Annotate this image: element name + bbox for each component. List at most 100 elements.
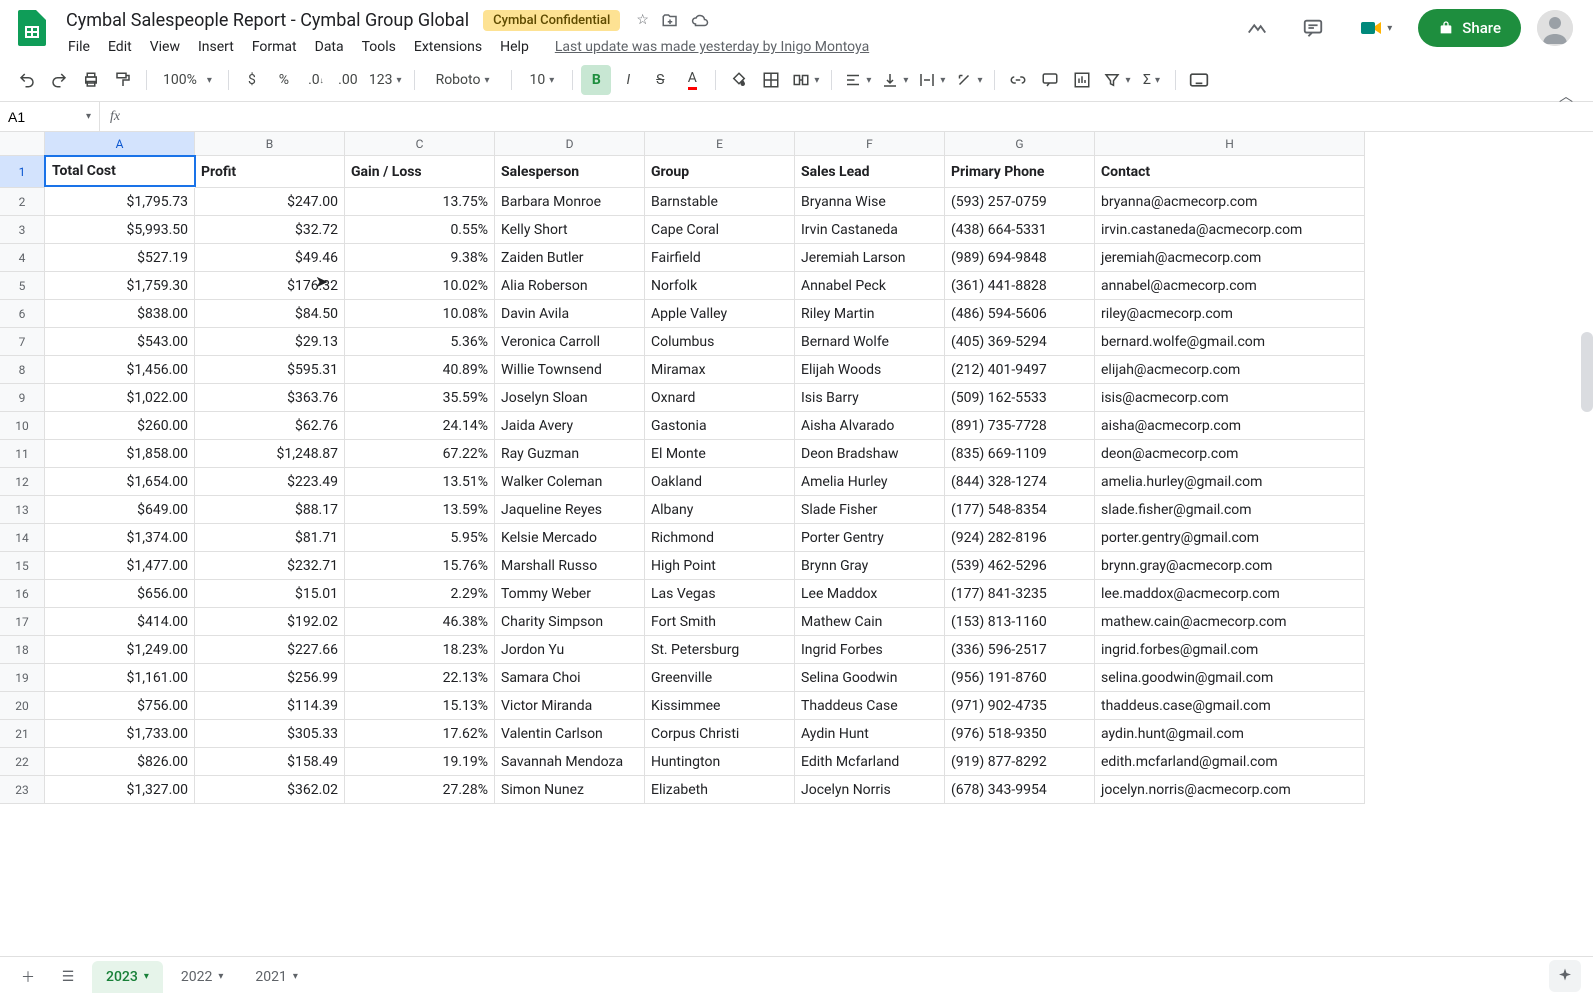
cell[interactable]: Lee Maddox — [795, 580, 945, 608]
cell[interactable]: High Point — [645, 552, 795, 580]
cell[interactable]: 17.62% — [345, 720, 495, 748]
cell[interactable]: 24.14% — [345, 412, 495, 440]
share-button[interactable]: Share — [1418, 9, 1521, 47]
cell[interactable]: $1,248.87 — [195, 440, 345, 468]
row-header-9[interactable]: 9 — [0, 384, 45, 412]
cell[interactable]: $247.00 — [195, 188, 345, 216]
cell[interactable]: (844) 328-1274 — [945, 468, 1095, 496]
cell[interactable]: 13.75% — [345, 188, 495, 216]
menu-edit[interactable]: Edit — [100, 35, 140, 59]
cell[interactable]: Simon Nunez — [495, 776, 645, 804]
cell[interactable]: Jaqueline Reyes — [495, 496, 645, 524]
cell[interactable]: $1,477.00 — [45, 552, 195, 580]
cell[interactable]: Marshall Russo — [495, 552, 645, 580]
cell[interactable]: Willie Townsend — [495, 356, 645, 384]
cell[interactable]: Mathew Cain — [795, 608, 945, 636]
cell[interactable]: $1,733.00 — [45, 720, 195, 748]
cell[interactable]: lee.maddox@acmecorp.com — [1095, 580, 1365, 608]
header-cell[interactable]: Sales Lead — [795, 156, 945, 188]
merge-button[interactable] — [788, 65, 823, 95]
cell[interactable]: Las Vegas — [645, 580, 795, 608]
cell[interactable]: (212) 401-9497 — [945, 356, 1095, 384]
cell[interactable]: 0.55% — [345, 216, 495, 244]
increase-decimal-icon[interactable]: .00 — [333, 65, 363, 95]
cell[interactable]: (919) 877-8292 — [945, 748, 1095, 776]
cell[interactable]: Joselyn Sloan — [495, 384, 645, 412]
cell[interactable]: 27.28% — [345, 776, 495, 804]
row-header-14[interactable]: 14 — [0, 524, 45, 552]
col-header-D[interactable]: D — [495, 132, 645, 156]
cell[interactable]: 13.59% — [345, 496, 495, 524]
cell[interactable]: 15.13% — [345, 692, 495, 720]
cell[interactable]: (539) 462-5296 — [945, 552, 1095, 580]
cell[interactable]: Fort Smith — [645, 608, 795, 636]
cell[interactable]: (153) 813-1160 — [945, 608, 1095, 636]
cell[interactable]: $1,759.30 — [45, 272, 195, 300]
cell[interactable]: El Monte — [645, 440, 795, 468]
cell[interactable]: $49.46 — [195, 244, 345, 272]
row-header-10[interactable]: 10 — [0, 412, 45, 440]
halign-button[interactable] — [840, 65, 875, 95]
cell[interactable]: Kissimmee — [645, 692, 795, 720]
cell[interactable]: jocelyn.norris@acmecorp.com — [1095, 776, 1365, 804]
cell[interactable]: 15.76% — [345, 552, 495, 580]
sheet-tab-2023[interactable]: 2023▾ — [92, 961, 163, 993]
cell[interactable]: aydin.hunt@gmail.com — [1095, 720, 1365, 748]
bold-button[interactable]: B — [581, 65, 611, 95]
cell[interactable]: Jeremiah Larson — [795, 244, 945, 272]
row-header-2[interactable]: 2 — [0, 188, 45, 216]
menu-file[interactable]: File — [60, 35, 98, 59]
cell[interactable]: Savannah Mendoza — [495, 748, 645, 776]
cell[interactable]: Cape Coral — [645, 216, 795, 244]
cell[interactable]: (989) 694-9848 — [945, 244, 1095, 272]
cell[interactable]: thaddeus.case@gmail.com — [1095, 692, 1365, 720]
row-header-8[interactable]: 8 — [0, 356, 45, 384]
cell[interactable]: $363.76 — [195, 384, 345, 412]
cell[interactable]: Jocelyn Norris — [795, 776, 945, 804]
cell[interactable]: $362.02 — [195, 776, 345, 804]
row-header-18[interactable]: 18 — [0, 636, 45, 664]
cloud-icon[interactable] — [691, 12, 709, 30]
row-header-19[interactable]: 19 — [0, 664, 45, 692]
currency-icon[interactable]: $ — [237, 65, 267, 95]
cell[interactable]: Gastonia — [645, 412, 795, 440]
cell[interactable]: elijah@acmecorp.com — [1095, 356, 1365, 384]
wrap-button[interactable] — [914, 65, 949, 95]
cell[interactable]: deon@acmecorp.com — [1095, 440, 1365, 468]
cell[interactable]: $62.76 — [195, 412, 345, 440]
row-header-17[interactable]: 17 — [0, 608, 45, 636]
cell[interactable]: $595.31 — [195, 356, 345, 384]
cell[interactable]: Samara Choi — [495, 664, 645, 692]
cell[interactable]: Barbara Monroe — [495, 188, 645, 216]
row-header-21[interactable]: 21 — [0, 720, 45, 748]
collapse-toolbar-icon[interactable]: ︿ — [1559, 86, 1573, 106]
cell[interactable]: $826.00 — [45, 748, 195, 776]
cell[interactable]: $81.71 — [195, 524, 345, 552]
cell[interactable]: $232.71 — [195, 552, 345, 580]
cell[interactable]: 2.29% — [345, 580, 495, 608]
sheet-tab-2021[interactable]: 2021▾ — [241, 961, 312, 993]
cell[interactable]: (971) 902-4735 — [945, 692, 1095, 720]
text-color-button[interactable]: A — [677, 65, 707, 95]
cell[interactable]: amelia.hurley@gmail.com — [1095, 468, 1365, 496]
document-title[interactable]: Cymbal Salespeople Report - Cymbal Group… — [60, 8, 475, 33]
cell[interactable]: 67.22% — [345, 440, 495, 468]
cell[interactable]: 9.38% — [345, 244, 495, 272]
cell[interactable]: Miramax — [645, 356, 795, 384]
menu-extensions[interactable]: Extensions — [406, 35, 490, 59]
cell[interactable]: $656.00 — [45, 580, 195, 608]
keyboard-button[interactable] — [1184, 65, 1214, 95]
header-cell[interactable]: Gain / Loss — [345, 156, 495, 188]
cell[interactable]: $1,795.73 — [45, 188, 195, 216]
cell[interactable]: Barnstable — [645, 188, 795, 216]
cell[interactable]: St. Petersburg — [645, 636, 795, 664]
zoom-select[interactable]: 100% — [155, 65, 220, 95]
header-cell[interactable]: Group — [645, 156, 795, 188]
cell[interactable]: $1,374.00 — [45, 524, 195, 552]
formula-input[interactable] — [130, 102, 1593, 131]
header-cell[interactable]: Total Cost — [44, 155, 196, 187]
name-box[interactable] — [0, 102, 100, 131]
cell[interactable]: Jaida Avery — [495, 412, 645, 440]
cell[interactable]: $158.49 — [195, 748, 345, 776]
row-header-3[interactable]: 3 — [0, 216, 45, 244]
